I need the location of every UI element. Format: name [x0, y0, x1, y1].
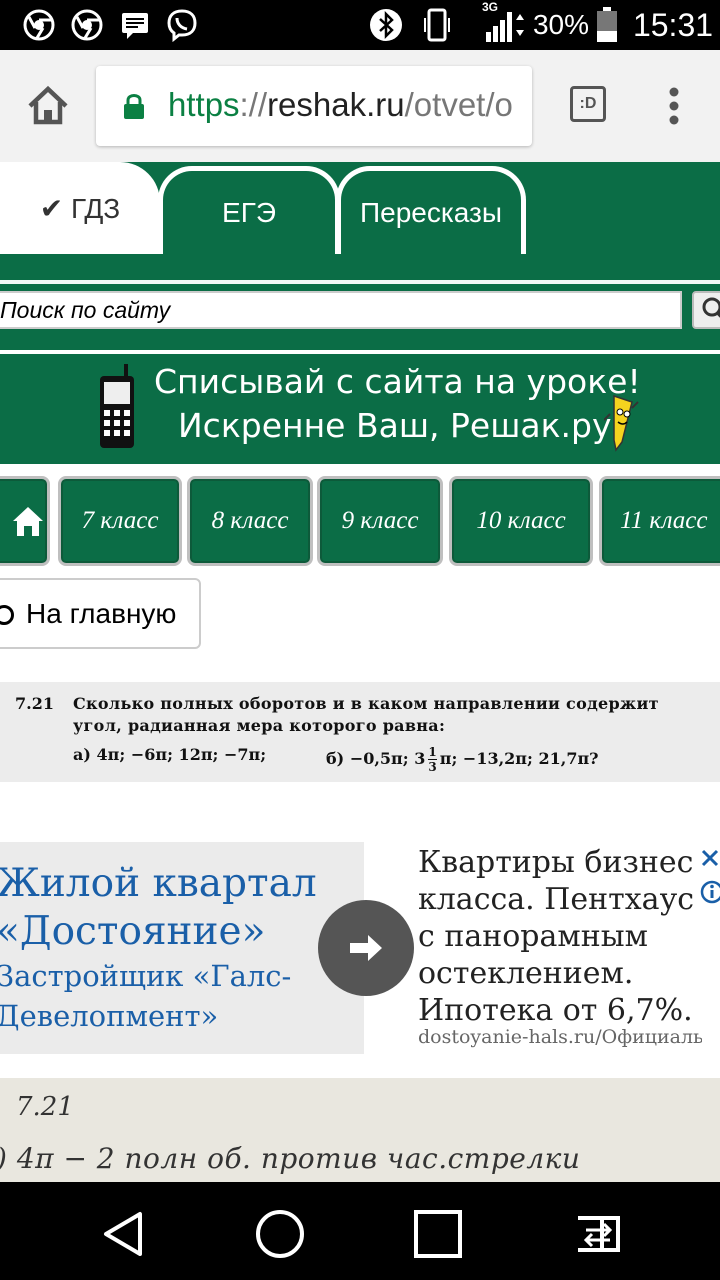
- ad-left-panel[interactable]: Жилой квартал «Достояние» Застройщик «Га…: [0, 842, 364, 1054]
- part-b-prefix: б) −0,5π; 3: [326, 749, 426, 768]
- ad-title-line-1: Жилой квартал: [0, 861, 317, 906]
- grade-9-button[interactable]: 9 класс: [317, 476, 443, 566]
- lock-icon: [122, 92, 146, 120]
- handwritten-line-1: 7.21: [16, 1092, 74, 1122]
- cell-signal-icon: 3G: [480, 0, 526, 42]
- house-icon: [13, 507, 43, 536]
- battery-percent: 30%: [532, 9, 590, 40]
- problem-image: 7.21 Сколько полных оборотов и в каком н…: [0, 682, 720, 782]
- pencil-mascot-icon: [603, 394, 640, 454]
- system-nav-bar: [0, 1182, 720, 1280]
- tab-switcher-button[interactable]: :D: [570, 86, 606, 122]
- ad-title: Жилой квартал «Достояние»: [0, 860, 317, 956]
- problem-part-b: б) −0,5π; 3 1 3 π; −13,2π; 21,7π?: [326, 745, 599, 774]
- advertisement[interactable]: Жилой квартал «Достояние» Застройщик «Га…: [0, 842, 720, 1054]
- ad-subtitle: Застройщик «Галс- Девелопмент»: [0, 956, 291, 1036]
- chrome-notification-icon-2: [70, 8, 104, 42]
- ad-info-icon[interactable]: [700, 880, 720, 904]
- battery-icon: [594, 7, 620, 42]
- ad-body-line: с панорамным: [418, 919, 648, 954]
- network-type: 3G: [482, 0, 499, 14]
- home-page-link[interactable]: На главную: [0, 578, 201, 649]
- address-bar[interactable]: https://reshak.ru/otvet/o: [96, 66, 532, 146]
- url-text: https://reshak.ru/otvet/o: [168, 86, 513, 124]
- back-icon[interactable]: [96, 1206, 152, 1262]
- bluetooth-icon: [368, 8, 404, 42]
- search-button[interactable]: [692, 291, 720, 329]
- ad-subtitle-line-2: Девелопмент»: [0, 999, 219, 1033]
- problem-line-1: Сколько полных оборотов и в каком направ…: [73, 694, 659, 713]
- home-nav-icon[interactable]: [252, 1206, 308, 1262]
- url-host: reshak.ru: [267, 86, 405, 123]
- ad-body-line: класса. Пентхаусы: [418, 882, 694, 917]
- url-separator: ://: [239, 86, 268, 123]
- ad-body: Квартиры бизнес класса. Пентхаусы с пано…: [418, 844, 694, 1029]
- vibrate-icon: [422, 8, 452, 42]
- problem-number: 7.21: [15, 694, 54, 713]
- fraction: 13: [428, 745, 437, 774]
- grade-8-button[interactable]: 8 класс: [187, 476, 313, 566]
- grade-10-button[interactable]: 10 класс: [449, 476, 593, 566]
- home-link-label: На главную: [26, 597, 177, 629]
- url-path: /otvet/o: [404, 86, 513, 123]
- arrow-right-icon: [350, 935, 382, 961]
- overflow-menu-icon[interactable]: [664, 84, 684, 128]
- ad-url[interactable]: dostoyanie-hals.ru/Официальный: [418, 1026, 702, 1048]
- clock: 15:31: [632, 6, 714, 43]
- grade-11-button[interactable]: 11 класс: [599, 476, 720, 566]
- chrome-notification-icon: [22, 8, 56, 42]
- mobile-phone-icon: [98, 364, 138, 450]
- switch-app-icon[interactable]: [568, 1206, 624, 1262]
- url-scheme: https: [168, 86, 240, 123]
- tab-ege[interactable]: ЕГЭ: [158, 166, 340, 254]
- ad-body-line: Ипотека от 6,7%.: [418, 993, 693, 1028]
- ad-body-line: остеклением.: [418, 956, 634, 991]
- part-b-suffix: π; −13,2π; 21,7π?: [439, 749, 599, 768]
- ad-title-line-2: «Достояние»: [0, 909, 266, 954]
- banner-line-2: Искренне Ваш, Решак.ру: [178, 406, 612, 445]
- banner-line-1: Списывай с сайта на уроке!: [154, 362, 641, 401]
- ad-close-icon[interactable]: [700, 848, 720, 868]
- fraction-denominator: 3: [428, 760, 437, 774]
- fraction-numerator: 1: [428, 745, 437, 760]
- handwritten-solution-image: 7.21 ) 4π − 2 полн об. против час.стрелк…: [0, 1078, 720, 1182]
- site-search-input[interactable]: Поиск по сайту: [0, 291, 682, 329]
- grade-7-button[interactable]: 7 класс: [58, 476, 182, 566]
- search-icon: [702, 297, 720, 318]
- handwritten-line-2: ) 4π − 2 полн об. против час.стрелки: [0, 1142, 581, 1175]
- ad-next-button[interactable]: [318, 900, 414, 996]
- tab-retellings[interactable]: Пересказы: [336, 166, 526, 254]
- browser-toolbar: https://reshak.ru/otvet/o :D: [0, 50, 720, 162]
- viber-icon: [164, 8, 200, 42]
- promo-banner[interactable]: Списывай с сайта на уроке! Искренне Ваш,…: [0, 350, 720, 464]
- recents-icon[interactable]: [410, 1206, 466, 1262]
- site-tabs: ✔ ГДЗ ЕГЭ Пересказы: [0, 162, 720, 254]
- ad-subtitle-line-1: Застройщик «Галс-: [0, 959, 292, 993]
- home-icon[interactable]: [24, 82, 72, 130]
- divider-line: [0, 280, 720, 284]
- problem-line-2: угол, радианная мера которого равна:: [73, 716, 446, 735]
- status-bar: 3G 30% 15:31: [0, 0, 720, 50]
- circle-icon: [0, 605, 14, 625]
- tab-gdz[interactable]: ✔ ГДЗ: [0, 162, 160, 254]
- home-grade-button[interactable]: [0, 476, 50, 566]
- problem-part-a: а) 4π; −6π; 12π; −7π;: [73, 745, 267, 764]
- message-icon: [118, 8, 152, 42]
- ad-body-line: Квартиры бизнес: [418, 845, 694, 880]
